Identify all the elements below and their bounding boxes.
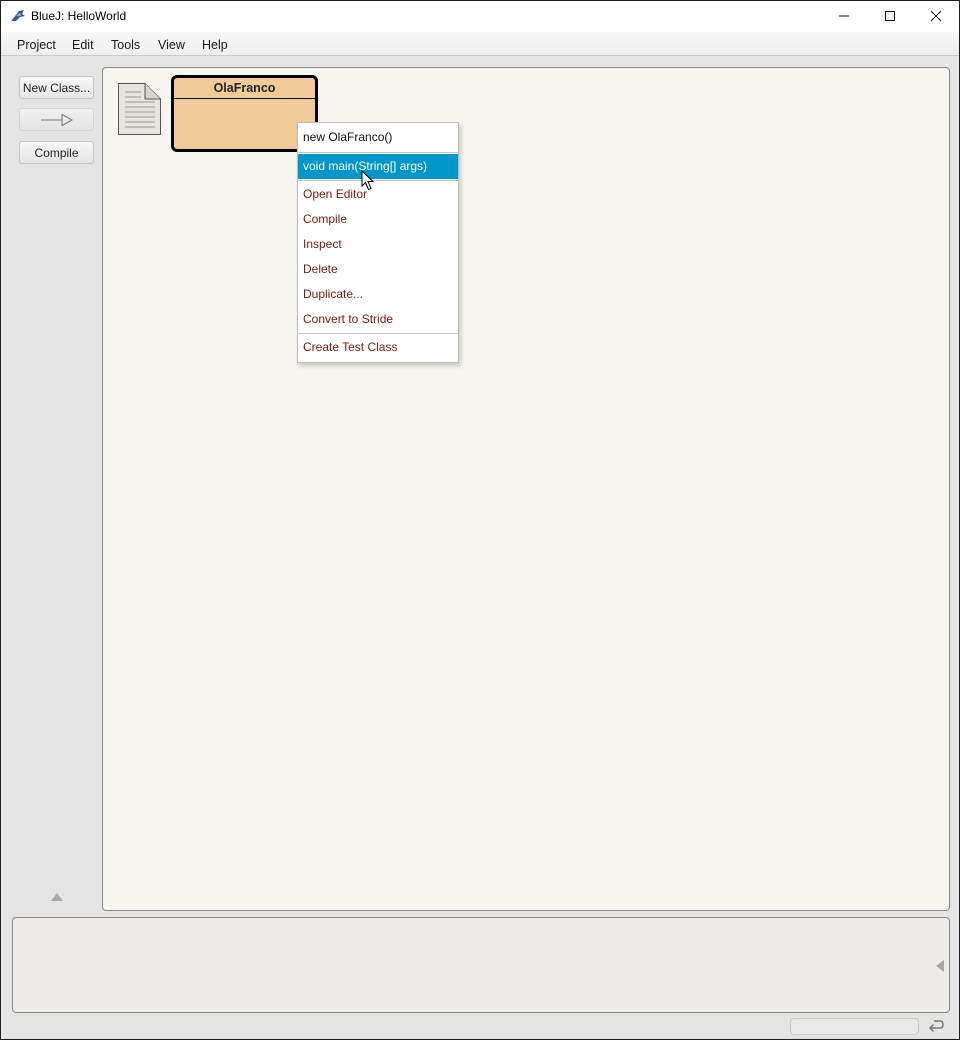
inheritance-arrow-icon [40, 113, 73, 126]
compile-button[interactable]: Compile [19, 141, 94, 164]
menu-separator [298, 152, 458, 153]
close-button[interactable] [913, 1, 959, 31]
menu-edit[interactable]: Edit [72, 38, 94, 52]
maximize-icon [885, 11, 895, 21]
menu-item-constructor[interactable]: new OlaFranco() [298, 125, 458, 150]
window-title: BlueJ: HelloWorld [31, 9, 127, 23]
class-context-menu: new OlaFranco() void main(String[] args)… [297, 122, 459, 363]
menu-item-main-method[interactable]: void main(String[] args) [298, 154, 458, 179]
menu-item-compile[interactable]: Compile [298, 207, 458, 232]
triangle-up-icon[interactable] [51, 893, 63, 901]
title-bar: BlueJ: HelloWorld [1, 1, 959, 32]
maximize-button[interactable] [867, 1, 913, 31]
new-class-button[interactable]: New Class... [19, 76, 94, 99]
minimize-button[interactable] [821, 1, 867, 31]
status-field [790, 1018, 919, 1035]
minimize-icon [839, 15, 849, 17]
return-arrow-icon[interactable] [927, 1017, 945, 1035]
close-icon [930, 10, 942, 22]
menu-item-inspect[interactable]: Inspect [298, 232, 458, 257]
bluej-bird-icon [11, 10, 25, 21]
menu-bar: Project Edit Tools View Help [1, 32, 959, 56]
menu-item-duplicate[interactable]: Duplicate... [298, 282, 458, 307]
class-olafranco[interactable]: OlaFranco [171, 75, 318, 152]
triangle-left-icon[interactable] [936, 960, 944, 972]
menu-project[interactable]: Project [17, 38, 56, 52]
menu-help[interactable]: Help [202, 38, 228, 52]
menu-item-delete[interactable]: Delete [298, 257, 458, 282]
menu-separator [298, 333, 458, 334]
terminal-panel [12, 917, 950, 1013]
menu-tools[interactable]: Tools [111, 38, 140, 52]
bluej-window: BlueJ: HelloWorld Project Edit Tools Vie… [0, 0, 960, 1040]
menu-separator [298, 180, 458, 181]
menu-item-convert-to-stride[interactable]: Convert to Stride [298, 307, 458, 332]
menu-view[interactable]: View [158, 38, 185, 52]
document-icon[interactable] [117, 82, 162, 136]
inheritance-arrow-button[interactable] [19, 108, 94, 131]
class-diagram-canvas[interactable] [102, 67, 950, 911]
menu-item-open-editor[interactable]: Open Editor [298, 182, 458, 207]
class-name: OlaFranco [174, 78, 315, 99]
menu-item-create-test-class[interactable]: Create Test Class [298, 335, 458, 360]
